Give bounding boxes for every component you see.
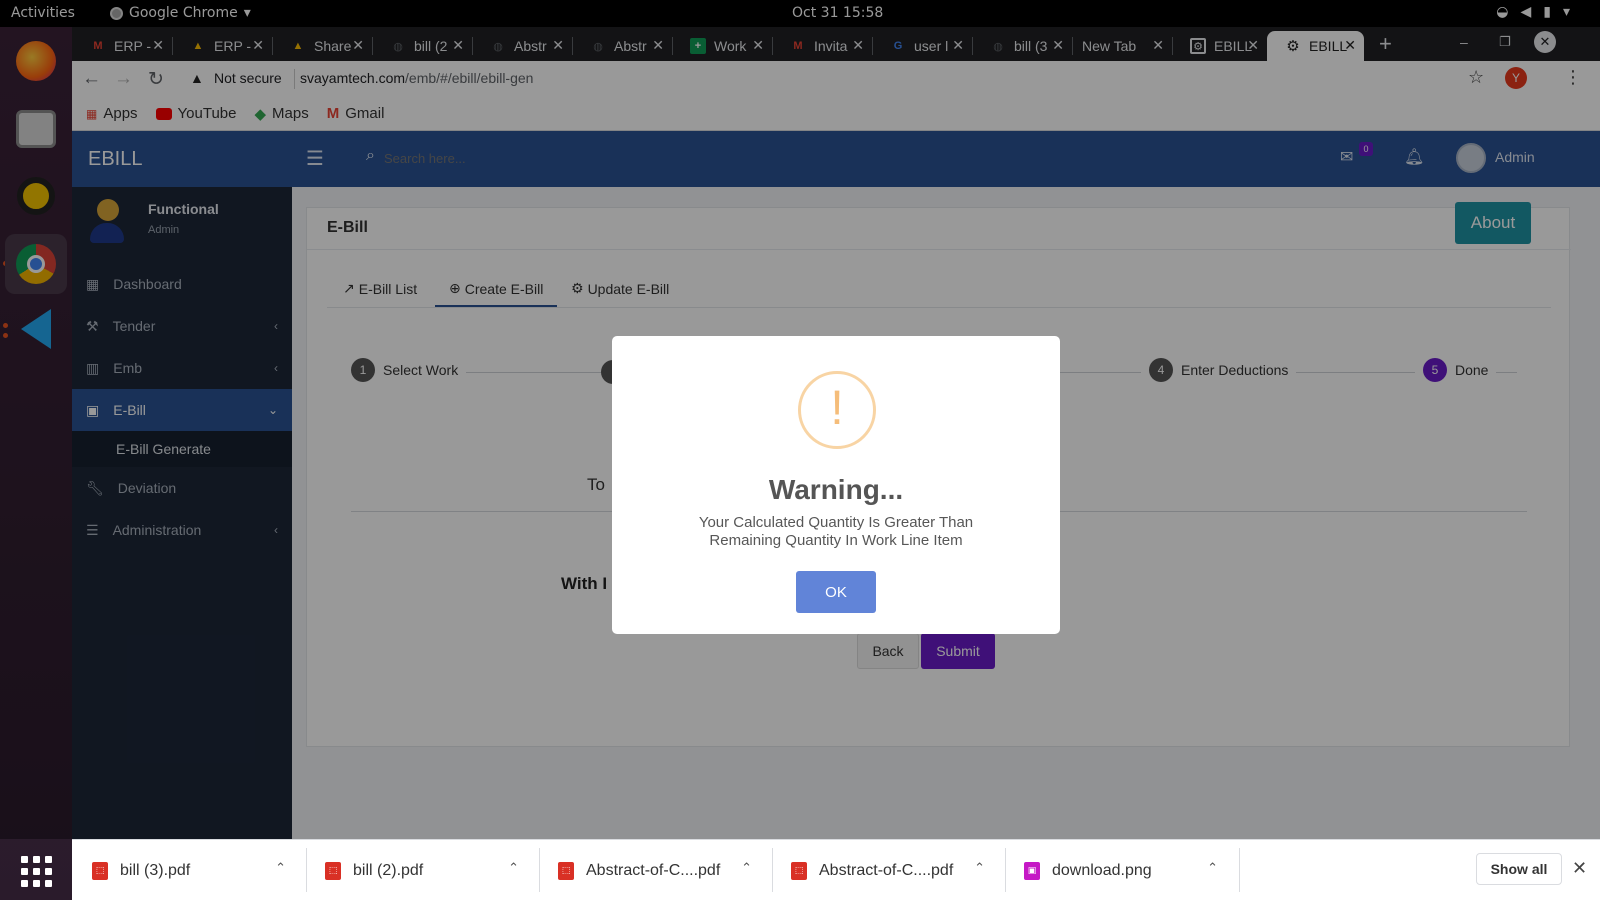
chevron-up-icon[interactable]: ⌃ bbox=[1207, 860, 1218, 876]
pdf-icon: ⬚ bbox=[558, 861, 574, 880]
warning-dialog: ! Warning... Your Calculated Quantity Is… bbox=[612, 336, 1060, 634]
chevron-up-icon[interactable]: ⌃ bbox=[741, 860, 752, 876]
pdf-icon: ⬚ bbox=[791, 861, 807, 880]
dialog-title: Warning... bbox=[768, 474, 904, 505]
download-item[interactable]: ⬚ bill (3).pdf ⌃ bbox=[72, 840, 300, 900]
show-all-button[interactable]: Show all bbox=[1476, 853, 1562, 885]
chevron-up-icon[interactable]: ⌃ bbox=[508, 860, 519, 876]
chevron-up-icon[interactable]: ⌃ bbox=[974, 860, 985, 876]
download-item[interactable]: ▣ download.png ⌃ bbox=[1004, 840, 1232, 900]
exclamation-icon: ! bbox=[798, 371, 876, 449]
download-item[interactable]: ⬚ Abstract-of-C....pdf ⌃ bbox=[538, 840, 766, 900]
download-item[interactable]: ⬚ Abstract-of-C....pdf ⌃ bbox=[771, 840, 999, 900]
pdf-icon: ⬚ bbox=[325, 861, 341, 880]
dialog-message: Your Calculated Quantity Is Greater Than… bbox=[698, 514, 974, 549]
image-file-icon: ▣ bbox=[1024, 861, 1040, 880]
close-shelf-icon[interactable]: ✕ bbox=[1572, 858, 1587, 879]
ok-button[interactable]: OK bbox=[796, 571, 876, 613]
show-apps-icon[interactable] bbox=[12, 847, 60, 895]
download-shelf: ⬚ bill (3).pdf ⌃ ⬚ bill (2).pdf ⌃ ⬚ Abstract-… bbox=[72, 839, 1600, 900]
pdf-icon: ⬚ bbox=[92, 861, 108, 880]
chevron-up-icon[interactable]: ⌃ bbox=[275, 860, 286, 876]
download-item[interactable]: ⬚ bill (2).pdf ⌃ bbox=[305, 840, 533, 900]
